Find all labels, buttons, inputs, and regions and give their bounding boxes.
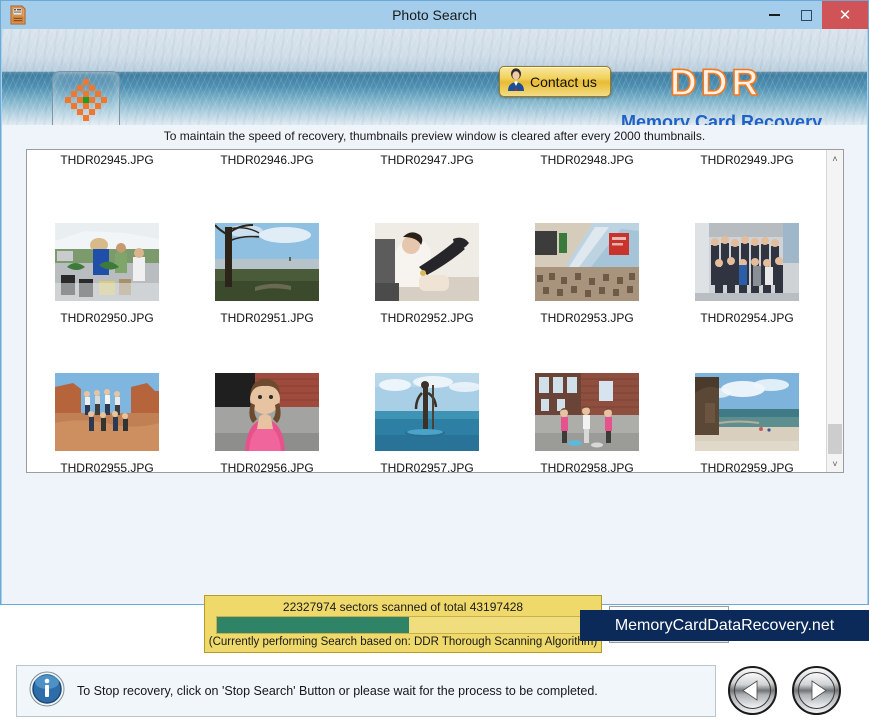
maximize-button[interactable] xyxy=(790,1,822,29)
header-banner: Contact us DDR Memory Card Recovery xyxy=(2,29,867,125)
list-item[interactable]: THDR02950.JPG xyxy=(27,175,187,325)
brand-subtitle: Memory Card Recovery xyxy=(621,112,822,125)
content-area: To maintain the speed of recovery, thumb… xyxy=(2,125,867,604)
progress-note: (Currently performing Search based on: D… xyxy=(205,636,601,648)
thumbnail-image[interactable] xyxy=(55,223,159,301)
list-item[interactable]: THDR02959.JPG xyxy=(667,325,826,472)
thumbnail-image[interactable] xyxy=(695,223,799,301)
thumbnail-image[interactable] xyxy=(215,373,319,451)
list-item[interactable]: THDR02952.JPG xyxy=(347,175,507,325)
thumbnail-image[interactable] xyxy=(535,373,639,451)
list-item[interactable]: THDR02955.JPG xyxy=(27,325,187,472)
thumbnail-notice: To maintain the speed of recovery, thumb… xyxy=(2,129,867,143)
list-item[interactable]: THDR02953.JPG xyxy=(507,175,667,325)
close-button[interactable]: ✕ xyxy=(822,1,868,29)
thumbnail-label: THDR02958.JPG xyxy=(540,461,633,472)
progress-label: 22327974 sectors scanned of total 431974… xyxy=(205,600,601,614)
thumbnail-image[interactable] xyxy=(535,223,639,301)
thumbnail-label: THDR02948.JPG xyxy=(540,153,633,167)
progress-bar xyxy=(216,616,590,634)
thumbnail-image[interactable] xyxy=(375,223,479,301)
app-logo-tile[interactable] xyxy=(52,71,120,125)
thumbnail-image[interactable] xyxy=(375,373,479,451)
checkered-flower-icon xyxy=(65,77,107,126)
thumbnail-grid: THDR02945.JPG THDR02946.JPG THDR02947.JP… xyxy=(27,150,826,472)
window-controls: ✕ xyxy=(758,1,868,29)
list-item[interactable]: THDR02958.JPG xyxy=(507,325,667,472)
thumbnail-label: THDR02953.JPG xyxy=(540,311,633,325)
status-info-text: To Stop recovery, click on 'Stop Search'… xyxy=(77,684,598,698)
thumbnail-image[interactable] xyxy=(215,223,319,301)
thumbnail-label: THDR02954.JPG xyxy=(700,311,793,325)
title-bar: Photo Search ✕ xyxy=(1,1,868,29)
thumbnail-scroll-area: THDR02945.JPG THDR02946.JPG THDR02947.JP… xyxy=(27,150,826,472)
progress-panel: 22327974 sectors scanned of total 431974… xyxy=(204,595,602,653)
scroll-up-arrow-icon[interactable]: ˄ xyxy=(827,150,843,167)
brand-logo: DDR xyxy=(670,62,762,104)
next-button[interactable] xyxy=(792,666,841,715)
scrollbar-thumb[interactable] xyxy=(828,424,842,454)
thumbnail-label: THDR02949.JPG xyxy=(700,153,793,167)
info-icon xyxy=(29,671,65,712)
thumbnail-label: THDR02952.JPG xyxy=(380,311,473,325)
window-title: Photo Search xyxy=(1,1,868,29)
list-item[interactable]: THDR02946.JPG xyxy=(187,150,347,175)
thumbnail-panel: THDR02945.JPG THDR02946.JPG THDR02947.JP… xyxy=(26,149,844,473)
thumbnail-label: THDR02957.JPG xyxy=(380,461,473,472)
progress-bar-fill xyxy=(217,617,409,633)
thumbnail-label: THDR02959.JPG xyxy=(700,461,793,472)
minimize-button[interactable] xyxy=(758,1,790,29)
status-info-bar: To Stop recovery, click on 'Stop Search'… xyxy=(16,665,716,717)
list-item[interactable]: THDR02957.JPG xyxy=(347,325,507,472)
thumbnail-image[interactable] xyxy=(695,373,799,451)
thumbnail-label: THDR02946.JPG xyxy=(220,153,313,167)
previous-button[interactable] xyxy=(728,666,777,715)
minimize-icon xyxy=(769,14,780,16)
scroll-down-arrow-icon[interactable]: ˅ xyxy=(827,455,843,472)
thumbnail-label: THDR02950.JPG xyxy=(60,311,153,325)
thumbnail-label: THDR02955.JPG xyxy=(60,461,153,472)
list-item[interactable]: THDR02947.JPG xyxy=(347,150,507,175)
thumbnail-label: THDR02951.JPG xyxy=(220,311,313,325)
thumbnail-label: THDR02945.JPG xyxy=(60,153,153,167)
list-item[interactable]: THDR02951.JPG xyxy=(187,175,347,325)
thumbnail-label: THDR02947.JPG xyxy=(380,153,473,167)
contact-us-label: Contact us xyxy=(530,74,597,90)
list-item[interactable]: THDR02949.JPG xyxy=(667,150,826,175)
contact-us-button[interactable]: Contact us xyxy=(499,66,611,97)
list-item[interactable]: THDR02956.JPG xyxy=(187,325,347,472)
list-item[interactable]: THDR02954.JPG xyxy=(667,175,826,325)
thumbnail-label: THDR02956.JPG xyxy=(220,461,313,472)
maximize-icon xyxy=(801,10,812,21)
person-icon xyxy=(505,67,527,96)
vertical-scrollbar[interactable]: ˄ ˅ xyxy=(826,150,843,472)
thumbnail-image[interactable] xyxy=(55,373,159,451)
list-item[interactable]: THDR02945.JPG xyxy=(27,150,187,175)
footer-url-banner: MemoryCardDataRecovery.net xyxy=(580,610,869,641)
application-window: Photo Search ✕ xyxy=(0,0,869,605)
list-item[interactable]: THDR02948.JPG xyxy=(507,150,667,175)
